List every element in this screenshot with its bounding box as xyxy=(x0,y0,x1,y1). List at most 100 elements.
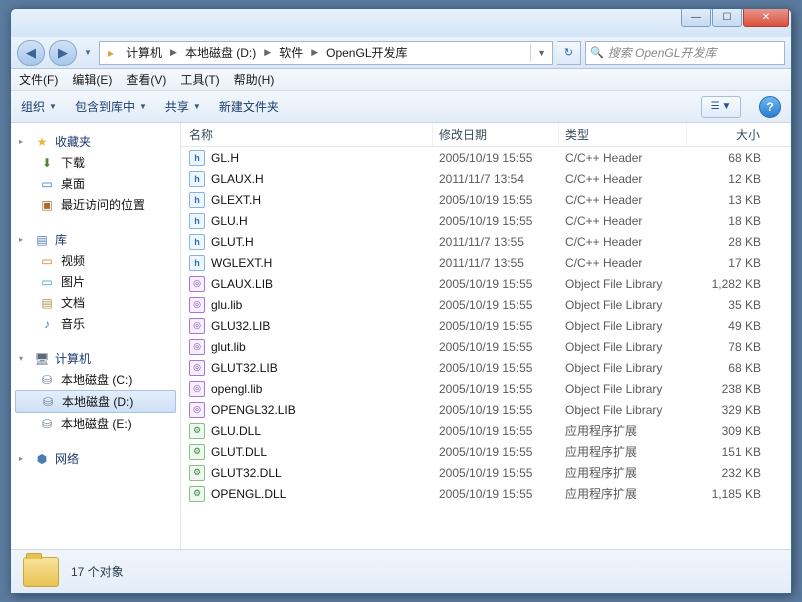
file-date: 2005/10/19 15:55 xyxy=(433,382,559,396)
file-date: 2005/10/19 15:55 xyxy=(433,319,559,333)
sidebar-videos[interactable]: ▭视频 xyxy=(11,250,180,271)
file-row[interactable]: ◎GLUT32.LIB2005/10/19 15:55Object File L… xyxy=(181,357,791,378)
file-row[interactable]: ◎glut.lib2005/10/19 15:55Object File Lib… xyxy=(181,336,791,357)
file-type: C/C++ Header xyxy=(559,214,687,228)
file-size: 13 KB xyxy=(687,193,791,207)
chevron-right-icon[interactable]: ▶ xyxy=(166,47,181,58)
back-button[interactable]: ◀ xyxy=(17,40,45,66)
crumb-software[interactable]: 软件 xyxy=(275,42,307,64)
col-type[interactable]: 类型 xyxy=(559,123,687,146)
col-name[interactable]: 名称 xyxy=(181,123,433,146)
refresh-button[interactable]: ↻ xyxy=(557,41,581,65)
folder-icon xyxy=(23,557,59,587)
file-row[interactable]: hGLEXT.H2005/10/19 15:55C/C++ Header13 K… xyxy=(181,189,791,210)
picture-icon: ▭ xyxy=(39,274,55,290)
view-mode-button[interactable]: ☰ ▼ xyxy=(701,96,741,118)
document-icon: ▤ xyxy=(39,295,55,311)
help-button[interactable]: ? xyxy=(759,96,781,118)
forward-button[interactable]: ▶ xyxy=(49,40,77,66)
file-row[interactable]: hGLUT.H2011/11/7 13:55C/C++ Header28 KB xyxy=(181,231,791,252)
file-date: 2005/10/19 15:55 xyxy=(433,466,559,480)
maximize-button[interactable]: ☐ xyxy=(712,9,742,27)
sidebar-recent[interactable]: ▣最近访问的位置 xyxy=(11,194,180,215)
crumb-opengl[interactable]: OpenGL开发库 xyxy=(322,42,411,64)
file-icon: ⚙ xyxy=(189,444,205,460)
file-date: 2005/10/19 15:55 xyxy=(433,277,559,291)
file-size: 1,185 KB xyxy=(687,487,791,501)
sidebar-docs[interactable]: ▤文档 xyxy=(11,292,180,313)
drive-icon: ⛁ xyxy=(39,372,55,388)
path-dropdown[interactable]: ▼ xyxy=(530,44,552,62)
file-row[interactable]: hGLU.H2005/10/19 15:55C/C++ Header18 KB xyxy=(181,210,791,231)
crumb-computer[interactable]: 计算机 xyxy=(122,42,166,64)
col-date[interactable]: 修改日期 xyxy=(433,123,559,146)
file-icon: h xyxy=(189,255,205,271)
file-icon: h xyxy=(189,234,205,250)
file-type: Object File Library xyxy=(559,319,687,333)
file-name: GLU32.LIB xyxy=(211,319,270,333)
organize-button[interactable]: 组织▼ xyxy=(21,98,57,115)
file-name: OPENGL.DLL xyxy=(211,487,286,501)
file-size: 68 KB xyxy=(687,151,791,165)
file-type: C/C++ Header xyxy=(559,151,687,165)
sidebar-music[interactable]: ♪音乐 xyxy=(11,313,180,334)
file-row[interactable]: ⚙GLUT.DLL2005/10/19 15:55应用程序扩展151 KB xyxy=(181,441,791,462)
crumb-drive-d[interactable]: 本地磁盘 (D:) xyxy=(181,42,260,64)
sidebar-pictures[interactable]: ▭图片 xyxy=(11,271,180,292)
close-button[interactable]: ✕ xyxy=(743,9,789,27)
minimize-button[interactable]: — xyxy=(681,9,711,27)
menu-edit[interactable]: 编辑(E) xyxy=(72,71,112,88)
file-name: GLAUX.LIB xyxy=(211,277,273,291)
chevron-right-icon[interactable]: ▶ xyxy=(307,47,322,58)
include-button[interactable]: 包含到库中▼ xyxy=(75,98,147,115)
col-size[interactable]: 大小 xyxy=(687,123,791,146)
history-dropdown[interactable]: ▼ xyxy=(81,43,95,63)
file-row[interactable]: ◎glu.lib2005/10/19 15:55Object File Libr… xyxy=(181,294,791,315)
sidebar-computer[interactable]: ▾🖥 计算机 xyxy=(11,348,180,369)
share-button[interactable]: 共享▼ xyxy=(165,98,201,115)
file-name: OPENGL32.LIB xyxy=(211,403,296,417)
sidebar-drive-e[interactable]: ⛁本地磁盘 (E:) xyxy=(11,413,180,434)
menu-tools[interactable]: 工具(T) xyxy=(180,71,219,88)
sidebar-libraries[interactable]: ▸▤ 库 xyxy=(11,229,180,250)
file-size: 68 KB xyxy=(687,361,791,375)
sidebar-desktop[interactable]: ▭桌面 xyxy=(11,173,180,194)
menu-view[interactable]: 查看(V) xyxy=(126,71,166,88)
sidebar-favorites[interactable]: ▸★ 收藏夹 xyxy=(11,131,180,152)
sidebar-drive-d[interactable]: ⛁本地磁盘 (D:) xyxy=(15,390,176,413)
file-icon: h xyxy=(189,192,205,208)
file-row[interactable]: ◎opengl.lib2005/10/19 15:55Object File L… xyxy=(181,378,791,399)
file-name: GLU.DLL xyxy=(211,424,261,438)
file-row[interactable]: hWGLEXT.H2011/11/7 13:55C/C++ Header17 K… xyxy=(181,252,791,273)
newfolder-button[interactable]: 新建文件夹 xyxy=(219,98,279,115)
file-row[interactable]: ⚙OPENGL.DLL2005/10/19 15:55应用程序扩展1,185 K… xyxy=(181,483,791,504)
file-type: 应用程序扩展 xyxy=(559,464,687,481)
file-icon: h xyxy=(189,150,205,166)
sidebar-downloads[interactable]: ⬇下载 xyxy=(11,152,180,173)
menu-help[interactable]: 帮助(H) xyxy=(234,71,275,88)
file-icon: h xyxy=(189,171,205,187)
file-type: Object File Library xyxy=(559,361,687,375)
file-row[interactable]: ⚙GLU.DLL2005/10/19 15:55应用程序扩展309 KB xyxy=(181,420,791,441)
file-size: 329 KB xyxy=(687,403,791,417)
sidebar-drive-c[interactable]: ⛁本地磁盘 (C:) xyxy=(11,369,180,390)
network-icon: ⬢ xyxy=(34,451,50,467)
file-row[interactable]: ◎GLAUX.LIB2005/10/19 15:55Object File Li… xyxy=(181,273,791,294)
file-row[interactable]: ◎OPENGL32.LIB2005/10/19 15:55Object File… xyxy=(181,399,791,420)
file-row[interactable]: hGL.H2005/10/19 15:55C/C++ Header68 KB xyxy=(181,147,791,168)
file-row[interactable]: ◎GLU32.LIB2005/10/19 15:55Object File Li… xyxy=(181,315,791,336)
file-icon: ⚙ xyxy=(189,423,205,439)
file-row[interactable]: hGLAUX.H2011/11/7 13:54C/C++ Header12 KB xyxy=(181,168,791,189)
menu-file[interactable]: 文件(F) xyxy=(19,71,58,88)
file-list[interactable]: hGL.H2005/10/19 15:55C/C++ Header68 KBhG… xyxy=(181,147,791,549)
file-name: GL.H xyxy=(211,151,239,165)
titlebar[interactable]: — ☐ ✕ xyxy=(11,9,791,37)
file-type: C/C++ Header xyxy=(559,193,687,207)
file-type: C/C++ Header xyxy=(559,235,687,249)
breadcrumb[interactable]: ▸ 计算机 ▶ 本地磁盘 (D:) ▶ 软件 ▶ OpenGL开发库 ▼ xyxy=(99,41,553,65)
chevron-right-icon[interactable]: ▶ xyxy=(260,47,275,58)
file-row[interactable]: ⚙GLUT32.DLL2005/10/19 15:55应用程序扩展232 KB xyxy=(181,462,791,483)
search-input[interactable]: 🔍 搜索 OpenGL开发库 xyxy=(585,41,785,65)
file-type: Object File Library xyxy=(559,298,687,312)
sidebar-network[interactable]: ▸⬢ 网络 xyxy=(11,448,180,469)
